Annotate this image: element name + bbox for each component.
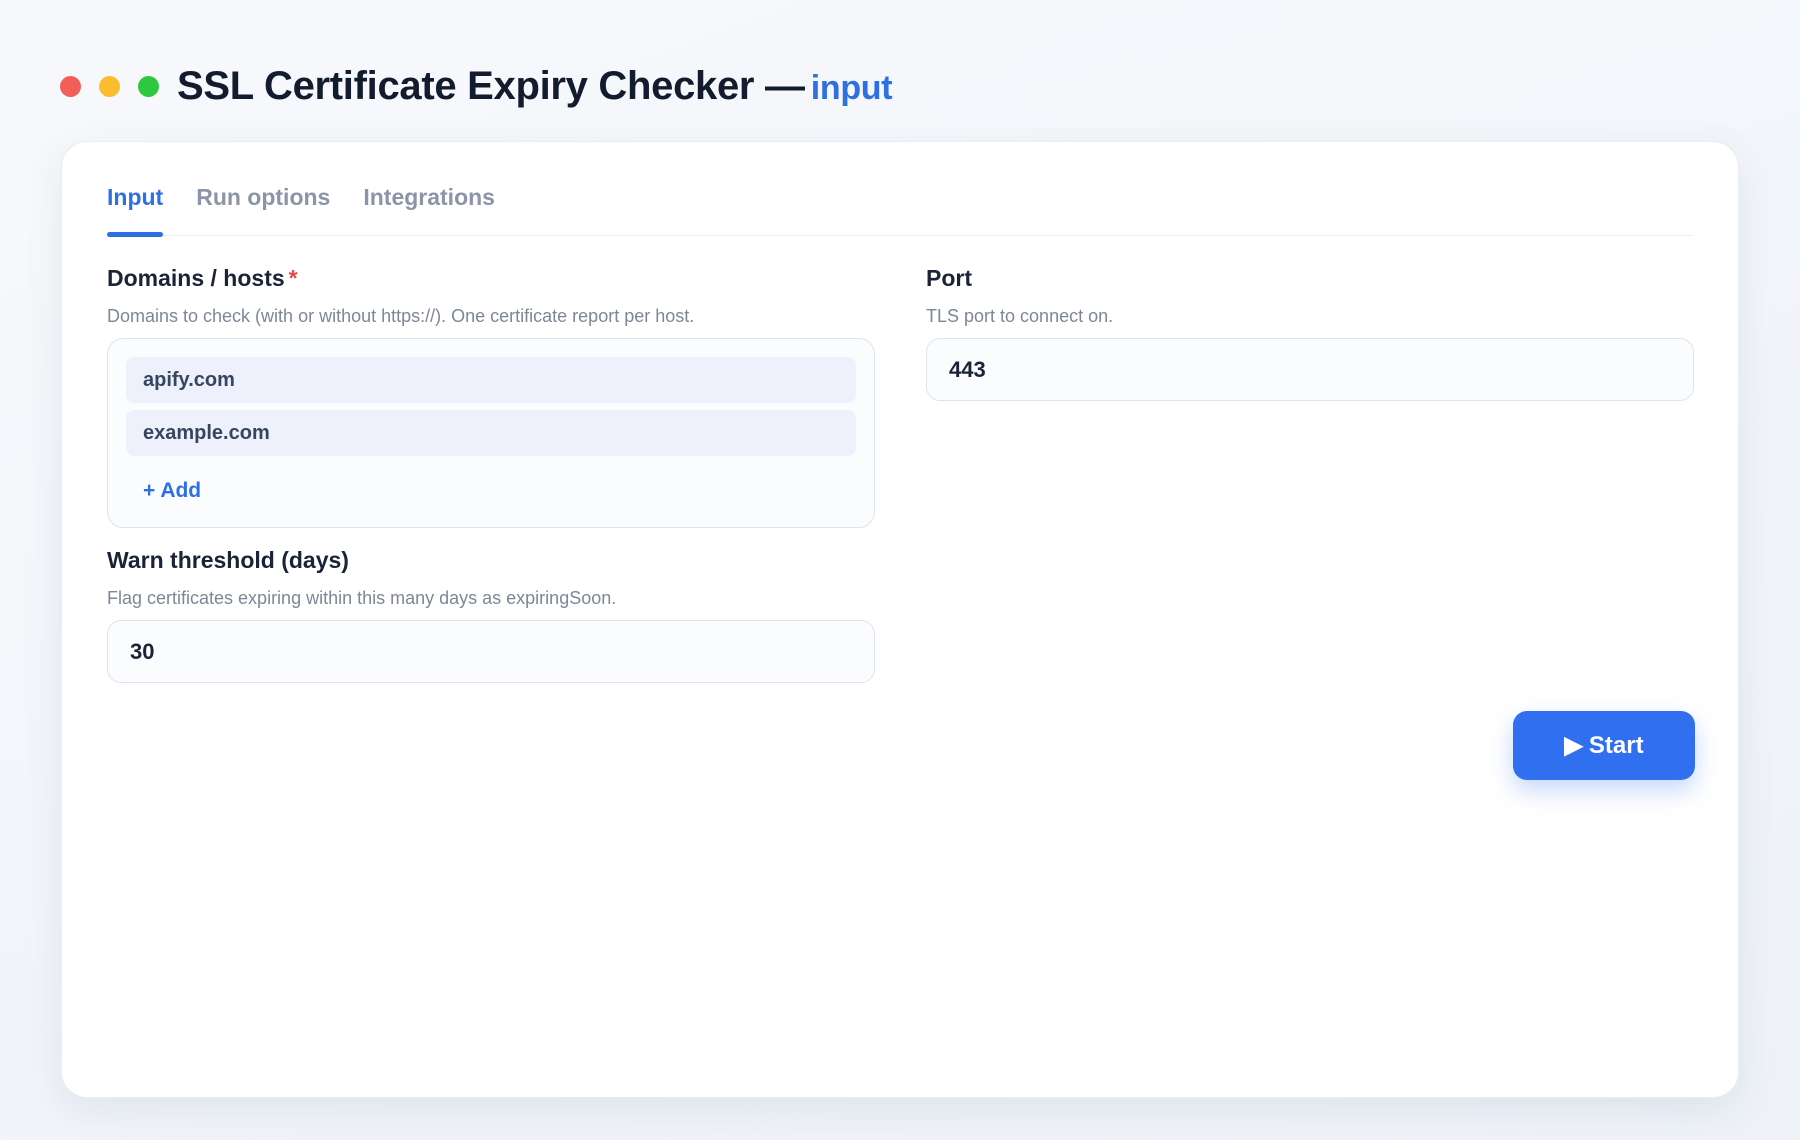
input-form-card: Input Run options Integrations Domains /…	[61, 141, 1739, 1098]
minimize-window-button[interactable]	[99, 75, 120, 97]
tab-integrations[interactable]: Integrations	[363, 180, 495, 236]
warn-threshold-label: Warn threshold (days)	[107, 547, 349, 573]
tab-run-options[interactable]: Run options	[196, 180, 330, 236]
domains-help: Domains to check (with or without https:…	[107, 306, 695, 326]
port-field: Port TLS port to connect on. 443	[926, 265, 1694, 401]
domains-label-text: Domains / hosts	[107, 265, 285, 291]
required-marker: *	[288, 265, 298, 291]
add-domain-button[interactable]: + Add	[126, 479, 201, 503]
tab-bar: Input Run options Integrations	[107, 180, 1693, 237]
warn-threshold-field: Warn threshold (days) Flag certificates …	[107, 547, 875, 683]
window-title: SSL Certificate Expiry Checker — input	[177, 63, 893, 109]
close-window-button[interactable]	[60, 75, 81, 97]
port-label: Port	[926, 265, 972, 291]
warn-threshold-help: Flag certificates expiring within this m…	[107, 588, 617, 608]
window-titlebar: SSL Certificate Expiry Checker — input	[60, 58, 893, 114]
tab-input[interactable]: Input	[107, 180, 164, 237]
maximize-window-button[interactable]	[138, 75, 159, 97]
port-input[interactable]: 443	[926, 338, 1694, 401]
window-title-accent: input	[810, 68, 893, 107]
play-icon: ▶	[1564, 732, 1583, 759]
port-help: TLS port to connect on.	[926, 306, 1114, 326]
start-button[interactable]: ▶ Start	[1513, 711, 1695, 780]
domains-field: Domains / hosts * Domains to check (with …	[107, 265, 875, 528]
warn-threshold-input[interactable]: 30	[107, 620, 875, 683]
window-title-text: SSL Certificate Expiry Checker —	[177, 63, 805, 108]
domain-item[interactable]: apify.com	[126, 357, 856, 403]
domain-item[interactable]: example.com	[126, 410, 856, 456]
start-button-label: Start	[1588, 731, 1644, 759]
domains-label: Domains / hosts *	[107, 265, 875, 292]
domains-list: apify.com example.com + Add	[107, 338, 875, 528]
